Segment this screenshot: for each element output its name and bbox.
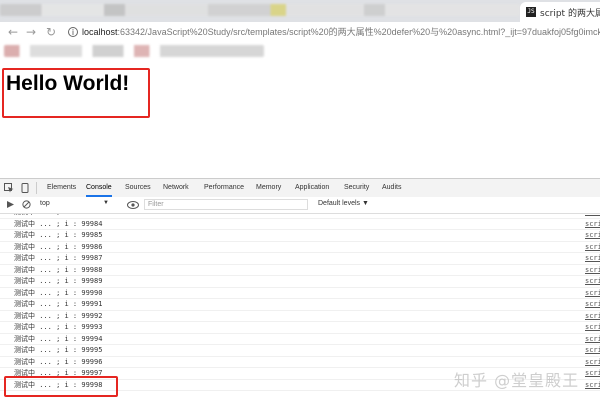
console-log-row: 测试中 ... ; i : 99988 script	[0, 265, 600, 276]
back-icon[interactable]: ←	[6, 25, 20, 39]
log-source-link[interactable]: script	[585, 322, 600, 333]
log-message: 测试中 ... ; i : 99986	[14, 242, 103, 251]
log-source-link[interactable]: script	[585, 345, 600, 356]
log-source-link[interactable]: script	[585, 276, 600, 287]
tab-favicon-icon: JS	[526, 7, 536, 17]
log-source-link[interactable]: script	[585, 334, 600, 345]
log-message: 测试中 ... ; i : 99996	[14, 357, 103, 366]
log-message: 测试中 ... ; i : 99985	[14, 231, 103, 239]
log-source-link[interactable]: script	[585, 253, 600, 264]
log-source-link[interactable]: script	[585, 299, 600, 310]
tab-network[interactable]: Network	[163, 179, 189, 197]
console-log-row: 测试中 ... ; i : 99989 script	[0, 276, 600, 288]
forward-icon[interactable]: →	[24, 25, 38, 39]
log-message: 测试中 ... ; i : 99990	[14, 288, 103, 297]
console-log-row: 测试中 ... ; i : 99990 script	[0, 288, 600, 299]
console-log-row: 测试中 ... ; i : 99984 script	[0, 219, 600, 230]
blurred-bookmarks	[4, 45, 264, 57]
context-selector[interactable]: top	[40, 200, 50, 207]
log-source-link[interactable]: script	[585, 368, 600, 379]
chevron-down-icon[interactable]: ▼	[103, 200, 109, 206]
log-message: 测试中 ... ; i : 99991	[14, 300, 103, 308]
console-log-row: 测试中 ... ; i : 99994 script	[0, 334, 600, 345]
log-source-link[interactable]: script	[585, 357, 600, 368]
log-message: 测试中 ... ; i : 99993	[14, 323, 103, 331]
site-info-icon[interactable]: i	[68, 27, 78, 37]
log-levels-dropdown[interactable]: Default levels ▼	[318, 200, 369, 207]
log-message: 测试中 ... ; i : 99992	[14, 311, 103, 320]
log-source-link[interactable]: script	[585, 380, 600, 391]
console-log-row: 测试中 ... ; i : 99995 script	[0, 345, 600, 357]
devtools-tab-bar: Elements Console Sources Network Perform…	[0, 179, 600, 198]
tab-sources[interactable]: Sources	[125, 179, 151, 197]
bookmarks-bar	[0, 42, 600, 61]
browser-toolbar: ← → ↻ i localhost:63342/JavaScript%20Stu…	[0, 22, 600, 42]
console-log-row: 测试中 ... ; i : 99993 script	[0, 322, 600, 334]
device-toolbar-icon[interactable]	[20, 183, 30, 193]
log-message: 测试中 ... ; i : 99989	[14, 277, 103, 285]
tab-memory[interactable]: Memory	[256, 179, 281, 197]
log-source-link[interactable]: script	[585, 311, 600, 322]
browser-tab-strip: JS script 的两大属性	[0, 0, 600, 22]
tab-security[interactable]: Security	[344, 179, 369, 197]
log-message: 测试中 ... ; i : 99995	[14, 346, 103, 354]
log-source-link[interactable]: script	[585, 219, 600, 230]
tab-application[interactable]: Application	[295, 179, 329, 197]
show-sidebar-icon[interactable]	[6, 200, 15, 209]
inspect-element-icon[interactable]	[4, 183, 14, 193]
log-source-link[interactable]: script	[585, 288, 600, 299]
log-source-link[interactable]: script	[585, 242, 600, 253]
address-bar[interactable]: localhost:63342/JavaScript%20Study/src/t…	[82, 25, 600, 39]
log-source-link[interactable]: script	[585, 214, 600, 218]
console-toolbar: top ▼ Filter Default levels ▼	[0, 197, 600, 214]
log-source-link[interactable]: script	[585, 265, 600, 276]
blurred-tab-area	[0, 4, 520, 16]
url-host: localhost	[82, 27, 118, 37]
watermark: 知乎 @堂皇殿王	[454, 371, 580, 390]
log-message: 测试中 ... ; i : 99988	[14, 265, 103, 274]
console-log-row: 测试中 ... ; i : 99985 script	[0, 230, 600, 242]
log-message: 测试中 ... ; i : 99994	[14, 334, 103, 343]
divider	[36, 182, 37, 194]
tab-console[interactable]: Console	[86, 179, 112, 197]
tab-elements[interactable]: Elements	[47, 179, 76, 197]
console-log-row: 测试中 ... ; i : 99992 script	[0, 311, 600, 322]
highlight-box-last-log	[4, 376, 118, 397]
console-log-row: 测试中 ... ; i : 99991 script	[0, 299, 600, 311]
active-browser-tab[interactable]: JS script 的两大属性	[520, 2, 600, 22]
tab-audits[interactable]: Audits	[382, 179, 401, 197]
tab-performance[interactable]: Performance	[204, 179, 244, 197]
live-expression-eye-icon[interactable]	[127, 200, 139, 210]
log-message: 测试中 ... ; i : 99987	[14, 254, 103, 262]
console-log-row: 测试中 ... ; i : 99987 script	[0, 253, 600, 265]
reload-icon[interactable]: ↻	[44, 25, 58, 39]
highlight-box-heading	[2, 68, 150, 118]
console-log-row: 测试中 ... ; i : 99986 script	[0, 242, 600, 253]
clear-console-icon[interactable]	[22, 200, 31, 209]
log-message: 测试中 ... ; i : 99984	[14, 219, 103, 228]
log-source-link[interactable]: script	[585, 230, 600, 241]
log-message: 测试中 ... ; i : 99983	[14, 214, 102, 218]
console-filter-input[interactable]: Filter	[144, 199, 308, 210]
tab-title: script 的两大属性	[540, 8, 600, 19]
url-path: :63342/JavaScript%20Study/src/templates/…	[117, 27, 600, 37]
